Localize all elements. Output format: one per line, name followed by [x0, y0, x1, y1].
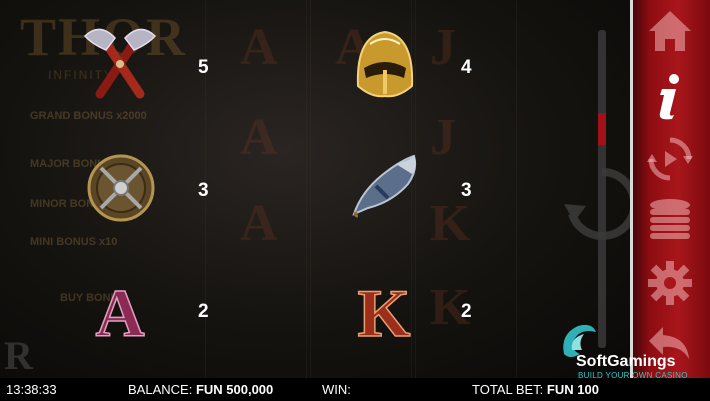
total-bet-value: FUN 100: [546, 382, 599, 397]
total-bet-label: TOTAL BET:: [472, 382, 544, 397]
paytable-scrollbar[interactable]: [598, 30, 606, 348]
info-icon[interactable]: [640, 72, 700, 122]
payout-value: 3: [198, 180, 209, 201]
win-display: WIN:: [322, 382, 351, 397]
coins-icon[interactable]: [640, 194, 700, 244]
payout-value: 4: [461, 57, 472, 78]
win-label: WIN:: [322, 382, 351, 397]
round-shield-icon: [86, 153, 156, 228]
total-bet-display: TOTAL BET: FUN 100: [472, 382, 599, 397]
payout-value: 2: [461, 301, 472, 322]
grand-bonus-label: GRAND BONUS x2000: [30, 110, 147, 122]
home-icon[interactable]: [640, 6, 700, 56]
balance-display: BALANCE: FUN 500,000: [128, 382, 273, 397]
mini-bonus-label: MINI BONUS x10: [30, 236, 118, 248]
drinking-horn-icon: [348, 150, 420, 227]
balance-label: BALANCE:: [128, 382, 193, 397]
letter-k-glyph: K: [358, 276, 411, 342]
settings-icon[interactable]: [640, 258, 700, 308]
letter-a-glyph: A: [95, 276, 144, 342]
letter-a-symbol: A: [88, 274, 152, 352]
clock: 13:38:33: [6, 382, 57, 397]
spin-arrows-icon: [562, 164, 630, 244]
game-area: A A J A J A K K THOR INFINITY GRAND BONU…: [0, 0, 630, 378]
payout-value: 3: [461, 180, 472, 201]
brand-name: SoftGamings: [576, 353, 676, 370]
status-bar: 13:38:33 BALANCE: FUN 500,000 WIN: TOTAL…: [0, 378, 710, 401]
crossed-axes-icon: [80, 24, 160, 109]
balance-value: FUN 500,000: [195, 382, 274, 397]
softgamings-logo: SoftGamings BUILD YOUR OWN CASINO: [558, 320, 708, 380]
golden-helmet-icon: [350, 26, 420, 106]
payout-value: 2: [198, 301, 209, 322]
provider-logo: R: [4, 333, 33, 378]
autoplay-icon[interactable]: [640, 134, 700, 184]
payout-value: 5: [198, 57, 209, 78]
letter-k-symbol: K: [352, 274, 416, 352]
scrollbar-thumb[interactable]: [598, 113, 606, 145]
